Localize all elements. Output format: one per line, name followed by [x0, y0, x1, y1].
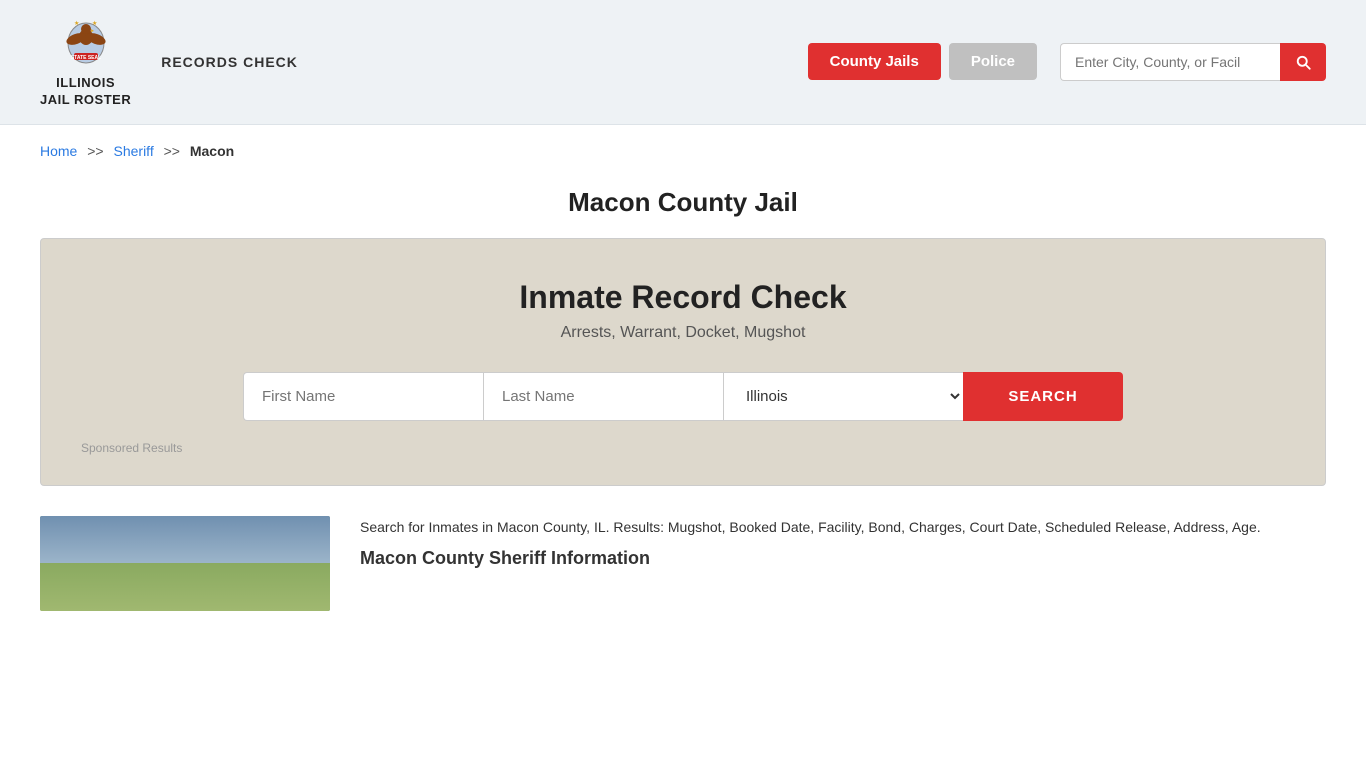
police-button[interactable]: Police [949, 43, 1037, 80]
svg-text:STATE SEAL: STATE SEAL [70, 55, 100, 61]
breadcrumb-current: Macon [190, 143, 234, 159]
bottom-description: Search for Inmates in Macon County, IL. … [360, 516, 1326, 538]
breadcrumb-sep1: >> [87, 143, 103, 159]
bottom-section-heading: Macon County Sheriff Information [360, 548, 1326, 569]
bottom-section: Search for Inmates in Macon County, IL. … [0, 516, 1366, 611]
logo-area: ★ ★ STATE SEAL ILLINOIS JAIL ROSTER [40, 15, 131, 109]
sponsored-label: Sponsored Results [81, 441, 1285, 455]
inmate-search-form: Illinois SEARCH [81, 372, 1285, 421]
first-name-input[interactable] [243, 372, 483, 421]
inmate-box-subtitle: Arrests, Warrant, Docket, Mugshot [81, 324, 1285, 342]
page-title: Macon County Jail [0, 187, 1366, 218]
header-search-button[interactable] [1280, 43, 1326, 81]
inmate-box-title: Inmate Record Check [81, 279, 1285, 316]
inmate-record-box: Inmate Record Check Arrests, Warrant, Do… [40, 238, 1326, 486]
illinois-logo-icon: ★ ★ STATE SEAL [56, 15, 116, 75]
inmate-search-button[interactable]: SEARCH [963, 372, 1123, 421]
records-check-label: RECORDS CHECK [161, 54, 298, 70]
county-jails-button[interactable]: County Jails [808, 43, 941, 80]
breadcrumb-sep2: >> [164, 143, 180, 159]
header-search-bar [1060, 43, 1326, 81]
logo-text: ILLINOIS JAIL ROSTER [40, 75, 131, 109]
header-search-input[interactable] [1060, 43, 1280, 81]
county-image [40, 516, 330, 611]
bottom-text: Search for Inmates in Macon County, IL. … [360, 516, 1326, 611]
header: ★ ★ STATE SEAL ILLINOIS JAIL ROSTER RECO… [0, 0, 1366, 125]
header-nav: County Jails Police [808, 43, 1326, 81]
image-ground [40, 563, 330, 611]
last-name-input[interactable] [483, 372, 723, 421]
search-icon [1294, 53, 1312, 71]
svg-text:★: ★ [92, 20, 97, 27]
header-left: ★ ★ STATE SEAL ILLINOIS JAIL ROSTER RECO… [40, 15, 298, 109]
state-select[interactable]: Illinois [723, 372, 963, 421]
breadcrumb-sheriff[interactable]: Sheriff [114, 143, 154, 159]
image-sky [40, 516, 330, 568]
breadcrumb: Home >> Sheriff >> Macon [0, 125, 1366, 177]
breadcrumb-home[interactable]: Home [40, 143, 77, 159]
svg-text:★: ★ [74, 20, 79, 27]
